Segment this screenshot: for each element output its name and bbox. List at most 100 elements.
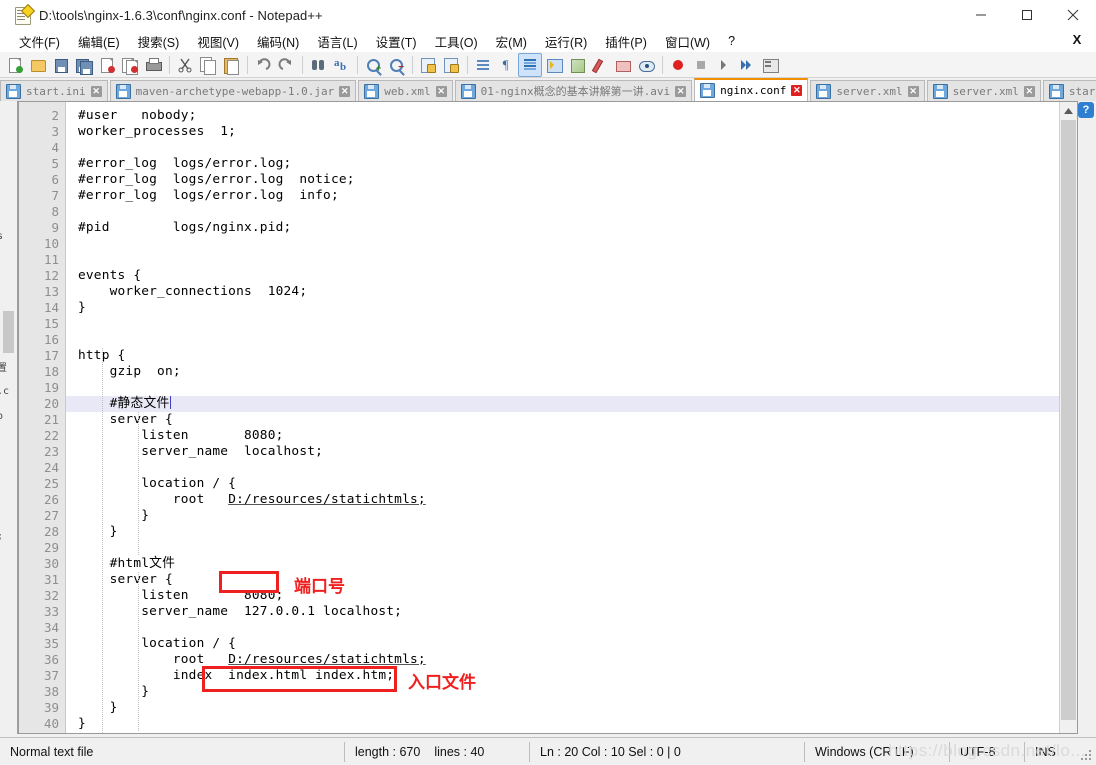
- menu-language[interactable]: 语言(L): [308, 30, 366, 53]
- code-line[interactable]: #user nobody;: [78, 108, 197, 124]
- code-line[interactable]: #静态文件: [78, 396, 171, 412]
- left-dock-text: 置: [0, 359, 7, 374]
- function-list-icon[interactable]: [589, 54, 611, 76]
- menu-run[interactable]: 运行(R): [536, 30, 596, 53]
- close-document-button[interactable]: X: [1070, 33, 1084, 47]
- show-pilcrow-icon[interactable]: ¶: [495, 54, 517, 76]
- code-line[interactable]: root D:/resources/statichtmls;: [78, 492, 426, 508]
- tab-close-icon[interactable]: ✕: [907, 85, 919, 97]
- left-dock-splitter-handle[interactable]: [3, 311, 14, 353]
- paste-icon[interactable]: [220, 54, 242, 76]
- code-line[interactable]: }: [78, 524, 118, 540]
- menu-settings[interactable]: 设置(T): [367, 30, 426, 53]
- minimize-button[interactable]: [958, 0, 1004, 30]
- tab-nginx-video[interactable]: 01-nginx概念的基本讲解第一讲.avi ✕: [454, 80, 693, 101]
- line-number: 34: [43, 620, 59, 635]
- code-line[interactable]: #error_log logs/error.log info;: [78, 188, 339, 204]
- close-file-icon[interactable]: [96, 54, 118, 76]
- menu-plugins[interactable]: 插件(P): [596, 30, 656, 53]
- menu-tools[interactable]: 工具(O): [426, 30, 487, 53]
- save-icon[interactable]: [50, 54, 72, 76]
- monitor-icon[interactable]: [635, 54, 657, 76]
- code-line[interactable]: gzip on;: [78, 364, 181, 380]
- indent-guide-icon[interactable]: [543, 54, 565, 76]
- code-line[interactable]: #error_log logs/error.log notice;: [78, 172, 355, 188]
- undo-icon[interactable]: [252, 54, 274, 76]
- print-icon[interactable]: [142, 54, 164, 76]
- tab-close-icon[interactable]: ✕: [435, 85, 447, 97]
- menu-edit[interactable]: 编辑(E): [69, 30, 129, 53]
- zoom-out-icon[interactable]: −: [385, 54, 407, 76]
- tab-close-icon[interactable]: ✕: [339, 85, 351, 97]
- menu-window[interactable]: 窗口(W): [656, 30, 719, 53]
- run-icon[interactable]: [759, 54, 781, 76]
- tab-nginx-conf[interactable]: nginx.conf ✕: [694, 78, 809, 101]
- close-button[interactable]: [1050, 0, 1096, 30]
- open-file-icon[interactable]: [27, 54, 49, 76]
- code-line[interactable]: worker_processes 1;: [78, 124, 236, 140]
- code-line[interactable]: }: [78, 300, 86, 316]
- code-line[interactable]: #error_log logs/error.log;: [78, 156, 291, 172]
- close-all-icon[interactable]: [119, 54, 141, 76]
- word-wrap-icon[interactable]: [472, 54, 494, 76]
- code-line[interactable]: #html文件: [78, 556, 175, 572]
- show-all-characters-icon[interactable]: [518, 52, 542, 77]
- code-line[interactable]: #pid logs/nginx.pid;: [78, 220, 291, 236]
- menu-file[interactable]: 文件(F): [10, 30, 69, 53]
- left-docked-panel[interactable]: s 置 .c o ;: [0, 101, 18, 734]
- tab-close-icon[interactable]: ✕: [90, 85, 102, 97]
- tab-server-xml-1[interactable]: server.xml ✕: [810, 80, 925, 101]
- tab-maven-archetype-webapp[interactable]: maven-archetype-webapp-1.0.jar ✕: [109, 80, 357, 101]
- code-line[interactable]: }: [78, 700, 118, 716]
- folder-as-workspace-icon[interactable]: [612, 54, 634, 76]
- document-map-icon[interactable]: [566, 54, 588, 76]
- find-icon[interactable]: [307, 54, 329, 76]
- editor-vertical-scrollbar[interactable]: [1059, 102, 1077, 733]
- line-number: 30: [43, 556, 59, 571]
- replace-icon[interactable]: ab: [330, 54, 352, 76]
- resize-grip[interactable]: [1081, 750, 1093, 762]
- menu-help[interactable]: ?: [719, 32, 744, 50]
- cut-icon[interactable]: [174, 54, 196, 76]
- code-editor[interactable]: 2 3 4 5 6 7 8 9 10 11 12 13 14 15 16 17 18 19 20 21 22 23 24 25…: [18, 101, 1078, 734]
- scrollbar-thumb[interactable]: [1061, 120, 1076, 720]
- tab-close-icon[interactable]: ✕: [1023, 85, 1035, 97]
- tab-label: server.xml: [952, 84, 1019, 98]
- copy-icon[interactable]: [197, 54, 219, 76]
- menu-macro[interactable]: 宏(M): [487, 30, 536, 53]
- record-macro-icon[interactable]: [667, 54, 689, 76]
- tab-start-ini[interactable]: start.ini ✕: [0, 80, 108, 101]
- code-line[interactable]: listen 8080;: [78, 428, 284, 444]
- menu-encoding[interactable]: 编码(N): [248, 30, 308, 53]
- tab-close-icon[interactable]: ✕: [791, 85, 803, 96]
- tab-close-icon[interactable]: ✕: [675, 85, 687, 97]
- code-line[interactable]: server_name localhost;: [78, 444, 323, 460]
- code-line[interactable]: server_name 127.0.0.1 localhost;: [78, 604, 402, 620]
- save-all-icon[interactable]: [73, 54, 95, 76]
- maximize-button[interactable]: [1004, 0, 1050, 30]
- run-macro-multiple-icon[interactable]: [736, 54, 758, 76]
- code-line[interactable]: server {: [78, 412, 173, 428]
- line-number: 19: [43, 380, 59, 395]
- code-line[interactable]: server {: [78, 572, 173, 588]
- sync-vertical-scrolling-icon[interactable]: [417, 54, 439, 76]
- new-file-icon[interactable]: [4, 54, 26, 76]
- tab-server-xml-2[interactable]: server.xml ✕: [926, 80, 1041, 101]
- notepadpp-window: D:\tools\nginx-1.6.3\conf\nginx.conf - N…: [0, 0, 1096, 765]
- scroll-up-arrow-icon[interactable]: [1060, 102, 1077, 119]
- play-macro-icon[interactable]: [713, 54, 735, 76]
- code-line[interactable]: }: [78, 716, 86, 732]
- sync-horizontal-scrolling-icon[interactable]: [440, 54, 462, 76]
- help-badge-icon[interactable]: ?: [1078, 102, 1094, 118]
- stop-macro-icon[interactable]: [690, 54, 712, 76]
- code-line[interactable]: events {: [78, 268, 141, 284]
- code-line[interactable]: worker_connections 1024;: [78, 284, 307, 300]
- tab-web-xml[interactable]: web.xml ✕: [358, 80, 453, 101]
- menu-search[interactable]: 搜索(S): [129, 30, 189, 53]
- code-text-area[interactable]: #user nobody; worker_processes 1; #error_l…: [66, 102, 1077, 733]
- menu-bar: 文件(F) 编辑(E) 搜索(S) 视图(V) 编码(N) 语言(L) 设置(T…: [0, 30, 1096, 52]
- tab-startup-bat[interactable]: startup.bat ✕: [1042, 80, 1096, 101]
- zoom-in-icon[interactable]: +: [362, 54, 384, 76]
- menu-view[interactable]: 视图(V): [188, 30, 248, 53]
- redo-icon[interactable]: [275, 54, 297, 76]
